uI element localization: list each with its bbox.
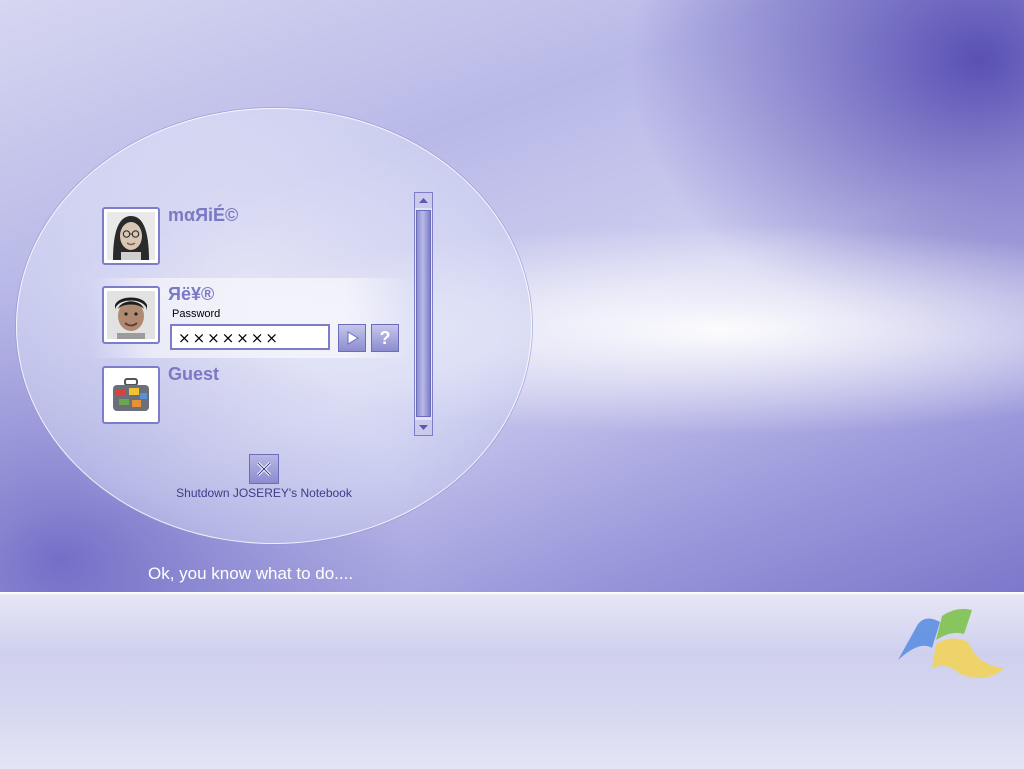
windows-logo-icon: [898, 608, 1004, 678]
hint-text: Ok, you know what to do....: [148, 564, 354, 583]
scroll-thumb[interactable]: [416, 210, 431, 417]
shutdown-button[interactable]: [249, 454, 279, 484]
arrow-right-icon: [347, 331, 359, 345]
suitcase-avatar-icon[interactable]: [102, 366, 160, 424]
username-label[interactable]: Guest: [168, 364, 219, 385]
username-label[interactable]: Яë¥®: [168, 284, 214, 305]
scroll-up-button[interactable]: [415, 193, 432, 208]
password-label: Password: [172, 308, 221, 320]
user-list-scrollbar[interactable]: [414, 192, 433, 436]
password-hint-button[interactable]: ?: [371, 324, 399, 352]
scroll-down-button[interactable]: [415, 420, 432, 435]
bottom-band: [0, 592, 1024, 769]
man-avatar-icon[interactable]: [102, 286, 160, 344]
password-input[interactable]: ×××××××: [170, 324, 330, 350]
close-x-icon: [256, 461, 272, 477]
chevron-up-icon: [419, 198, 428, 203]
username-label[interactable]: mαЯiÉ©: [168, 205, 238, 226]
chevron-down-icon: [419, 425, 428, 430]
shutdown-label[interactable]: Shutdown JOSEREY's Notebook: [164, 486, 364, 500]
woman-glasses-avatar-icon[interactable]: [102, 207, 160, 265]
login-arrow-button[interactable]: [338, 324, 366, 352]
